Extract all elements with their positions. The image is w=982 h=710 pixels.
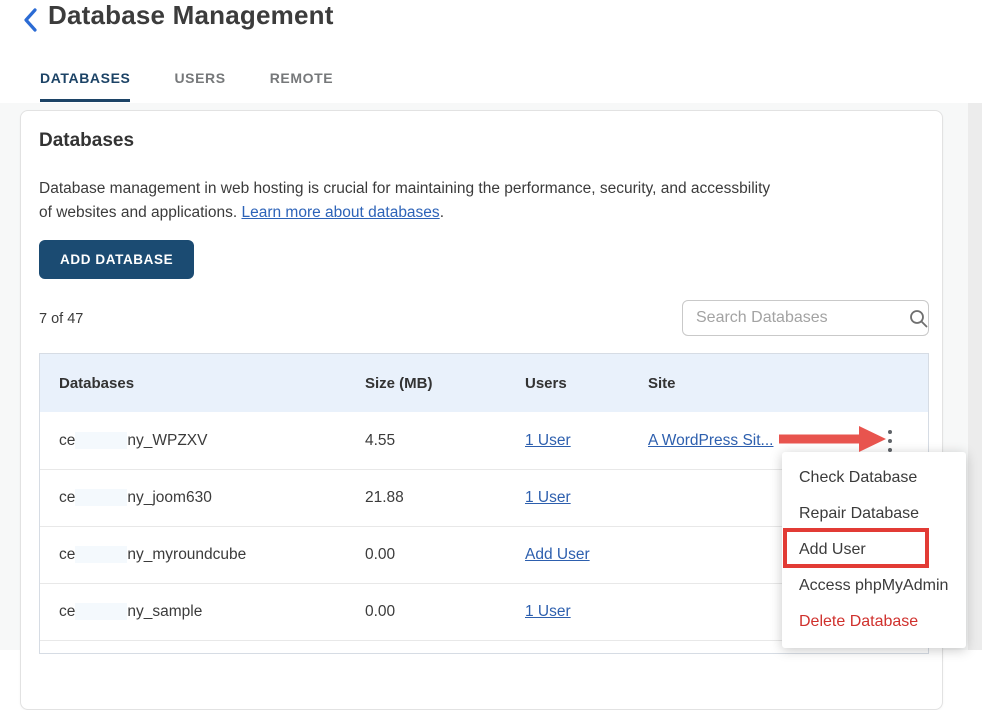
db-name-prefix: ce <box>59 489 75 506</box>
db-name: ce ny_joom630 <box>59 489 365 507</box>
panel-description: Database management in web hosting is cr… <box>39 177 784 225</box>
add-user-link[interactable]: Add User <box>525 546 590 563</box>
result-count: 7 of 47 <box>39 311 83 327</box>
description-period: . <box>440 204 444 221</box>
db-name-suffix: ny_WPZXV <box>127 432 207 449</box>
db-name-prefix: ce <box>59 546 75 563</box>
menu-item-access-phpmyadmin[interactable]: Access phpMyAdmin <box>782 568 966 604</box>
db-size: 0.00 <box>365 603 525 621</box>
users-link[interactable]: 1 User <box>525 489 571 506</box>
tab-bar: DATABASES USERS REMOTE <box>40 70 333 102</box>
db-name-suffix: ny_joom630 <box>127 489 211 506</box>
redacted-text <box>75 432 127 449</box>
db-size: 0.00 <box>365 546 525 564</box>
menu-item-repair-database[interactable]: Repair Database <box>782 496 966 532</box>
col-header-databases: Databases <box>59 375 365 392</box>
tab-databases[interactable]: DATABASES <box>40 70 130 102</box>
db-name-prefix: ce <box>59 432 75 449</box>
search-box <box>682 300 929 336</box>
db-size: 21.88 <box>365 489 525 507</box>
db-size: 4.55 <box>365 432 525 450</box>
back-chevron-icon[interactable] <box>20 7 42 33</box>
page-title: Database Management <box>48 0 334 31</box>
db-name: ce ny_WPZXV <box>59 432 365 450</box>
users-link[interactable]: 1 User <box>525 603 571 620</box>
database-actions-menu: Check Database Repair Database Add User … <box>782 452 966 648</box>
learn-more-link[interactable]: Learn more about databases <box>241 204 439 221</box>
menu-item-add-user[interactable]: Add User <box>782 532 966 568</box>
col-header-users: Users <box>525 375 648 392</box>
table-header-row: Databases Size (MB) Users Site <box>40 354 928 412</box>
db-name-prefix: ce <box>59 603 75 620</box>
redacted-text <box>75 603 127 620</box>
redacted-text <box>75 546 127 563</box>
users-link[interactable]: 1 User <box>525 432 571 449</box>
search-input[interactable] <box>683 309 909 327</box>
db-name: ce ny_myroundcube <box>59 546 365 564</box>
scrollbar-track[interactable] <box>968 103 982 650</box>
col-header-site: Site <box>648 375 928 392</box>
site-link[interactable]: A WordPress Sit... <box>648 432 773 449</box>
panel-title: Databases <box>39 130 134 152</box>
kebab-menu-icon[interactable] <box>888 426 900 456</box>
db-name-suffix: ny_sample <box>127 603 202 620</box>
db-name-suffix: ny_myroundcube <box>127 546 246 563</box>
db-name: ce ny_sample <box>59 603 365 621</box>
tab-users[interactable]: USERS <box>174 70 225 102</box>
menu-item-check-database[interactable]: Check Database <box>782 460 966 496</box>
add-database-button[interactable]: ADD DATABASE <box>39 240 194 279</box>
page-header: Database Management <box>0 0 982 56</box>
col-header-size: Size (MB) <box>365 375 525 392</box>
tab-remote[interactable]: REMOTE <box>270 70 334 102</box>
annotation-arrow <box>778 424 888 454</box>
menu-item-delete-database[interactable]: Delete Database <box>782 604 966 640</box>
redacted-text <box>75 489 127 506</box>
search-icon[interactable] <box>909 309 928 328</box>
